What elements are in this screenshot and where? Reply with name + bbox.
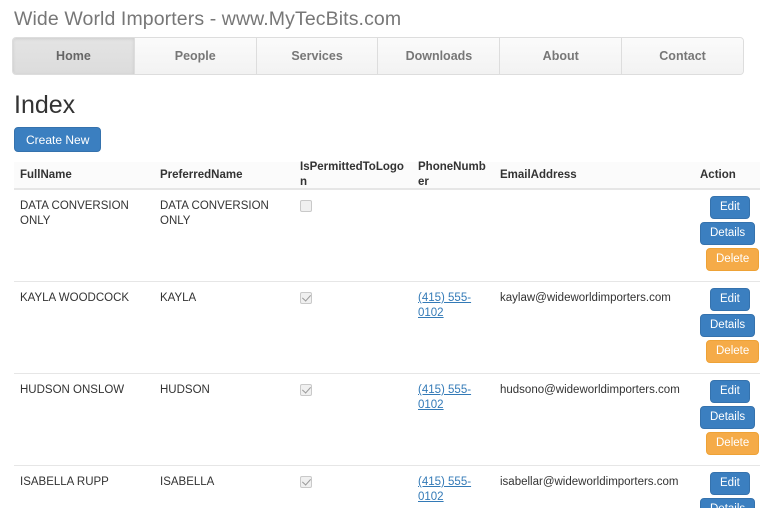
table-row: HUDSON ONSLOW HUDSON (415) 555-0102 hudsono… xyxy=(14,374,760,466)
phone-number-link[interactable]: (415) 555-0102 xyxy=(418,292,471,319)
cell-fullname: DATA CONVERSION ONLY xyxy=(20,200,129,227)
cell-fullname: ISABELLA RUPP xyxy=(20,476,109,488)
nav-tab-people[interactable]: People xyxy=(134,38,257,74)
nav-tab-about[interactable]: About xyxy=(500,38,623,74)
cell-fullname: KAYLA WOODCOCK xyxy=(20,292,130,304)
nav-tab-downloads[interactable]: Downloads xyxy=(378,38,501,74)
edit-button[interactable]: Edit xyxy=(710,196,750,219)
table-body: DATA CONVERSION ONLY DATA CONVERSION ONLY… xyxy=(14,190,760,508)
nav-tab-home[interactable]: Home xyxy=(13,38,135,74)
cell-action: Edit Details Delete xyxy=(694,374,760,465)
delete-button[interactable]: Delete xyxy=(706,340,760,363)
people-table: FullName PreferredName IsPermittedToLogo… xyxy=(14,161,760,508)
table-row: DATA CONVERSION ONLY DATA CONVERSION ONLY… xyxy=(14,190,760,282)
cell-phonenumber: (415) 555-0102 xyxy=(412,466,494,508)
table-header-row: FullName PreferredName IsPermittedToLogo… xyxy=(14,161,760,190)
column-header-preferredname: PreferredName xyxy=(160,168,243,181)
permitted-checkbox[interactable] xyxy=(300,200,312,212)
cell-ispermittedtologon xyxy=(294,374,412,465)
phone-number-link[interactable]: (415) 555-0102 xyxy=(418,476,471,503)
nav-tab-services[interactable]: Services xyxy=(256,38,379,74)
cell-ispermittedtologon xyxy=(294,466,412,508)
cell-phonenumber xyxy=(412,190,494,281)
column-header-fullname: FullName xyxy=(20,168,72,181)
permitted-checkbox[interactable] xyxy=(300,476,312,488)
table-row: ISABELLA RUPP ISABELLA (415) 555-0102 isabe… xyxy=(14,466,760,508)
column-header-phonenumber: PhoneNumber xyxy=(418,161,486,188)
main-navigation: Home People Services Downloads About Contact xyxy=(12,37,744,75)
cell-fullname: HUDSON ONSLOW xyxy=(20,384,125,396)
delete-button[interactable]: Delete xyxy=(706,248,760,271)
edit-button[interactable]: Edit xyxy=(710,288,750,311)
nav-tab-contact[interactable]: Contact xyxy=(622,38,743,74)
cell-preferredname: HUDSON xyxy=(160,384,210,396)
cell-action: EditDetailsDelete xyxy=(694,466,760,508)
cell-ispermittedtologon xyxy=(294,282,412,373)
cell-preferredname: ISABELLA xyxy=(160,476,215,488)
details-button[interactable]: Details xyxy=(700,406,756,429)
column-header-action: Action xyxy=(700,168,736,181)
edit-button[interactable]: Edit xyxy=(710,472,750,495)
permitted-checkbox[interactable] xyxy=(300,292,312,304)
site-brand-title: Wide World Importers - www.MyTecBits.com xyxy=(14,8,402,30)
delete-button[interactable]: Delete xyxy=(706,432,760,455)
cell-preferredname: KAYLA xyxy=(160,292,197,304)
column-header-emailaddress: EmailAddress xyxy=(500,168,577,181)
details-button[interactable]: Details xyxy=(700,222,756,245)
cell-phonenumber: (415) 555-0102 xyxy=(412,374,494,465)
cell-action: Edit Details Delete xyxy=(694,190,760,281)
details-button[interactable]: Details xyxy=(700,314,756,337)
cell-emailaddress: isabellar@wideworldimporters.com xyxy=(500,476,679,488)
cell-emailaddress: hudsono@wideworldimporters.com xyxy=(500,384,680,396)
cell-action: Edit Details Delete xyxy=(694,282,760,373)
details-button[interactable]: Details xyxy=(700,498,756,508)
create-new-button[interactable]: Create New xyxy=(14,127,102,152)
cell-phonenumber: (415) 555-0102 xyxy=(412,282,494,373)
page-title: Index xyxy=(14,91,76,119)
cell-ispermittedtologon xyxy=(294,190,412,281)
phone-number-link[interactable]: (415) 555-0102 xyxy=(418,384,471,411)
table-row: KAYLA WOODCOCK KAYLA (415) 555-0102 kaylaw@… xyxy=(14,282,760,374)
edit-button[interactable]: Edit xyxy=(710,380,750,403)
cell-emailaddress: kaylaw@wideworldimporters.com xyxy=(500,292,671,304)
cell-emailaddress xyxy=(494,190,694,281)
cell-preferredname: DATA CONVERSION ONLY xyxy=(160,200,269,227)
column-header-ispermittedtologon: IsPermittedToLogon xyxy=(300,161,404,188)
app-page: Wide World Importers - www.MyTecBits.com… xyxy=(0,0,776,508)
permitted-checkbox[interactable] xyxy=(300,384,312,396)
